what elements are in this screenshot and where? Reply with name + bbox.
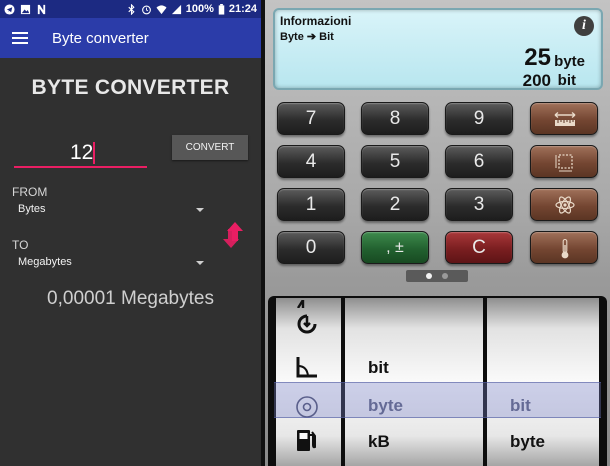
to-unit-value: Megabytes	[18, 256, 72, 268]
key-7[interactable]: 7	[277, 102, 345, 135]
telegram-icon	[4, 3, 15, 15]
convert-button[interactable]: CONVERT	[172, 135, 248, 160]
partial-icon	[296, 300, 305, 308]
key-6[interactable]: 6	[445, 145, 513, 178]
to-unit-select[interactable]: Megabytes	[18, 256, 204, 272]
area-icon	[555, 154, 573, 172]
angle-icon	[296, 357, 317, 378]
battery-level: 100%	[185, 3, 214, 15]
wheel-option[interactable]: byte	[510, 432, 545, 452]
image-icon	[20, 4, 31, 14]
display-output-value: 200	[522, 71, 551, 90]
from-unit-value: Bytes	[18, 203, 46, 215]
selection-highlight	[274, 382, 601, 418]
atom-category-button[interactable]	[530, 188, 598, 221]
notification-n-icon	[37, 4, 46, 14]
unit-converter-calculator: Informazioni Byte ➔ Bit i 25 byte 200 bi…	[265, 0, 610, 466]
bluetooth-icon	[128, 3, 135, 15]
dropdown-arrow-icon	[196, 261, 204, 265]
to-label: TO	[12, 238, 29, 252]
key-8[interactable]: 8	[361, 102, 429, 135]
signal-icon	[171, 4, 181, 14]
value-input[interactable]: 12	[14, 140, 147, 168]
byte-converter-app: 100% 21:24 Byte converter BYTE CONVERTER…	[0, 0, 261, 466]
swap-units-icon[interactable]	[221, 221, 245, 249]
unit-picker[interactable]: bit byte kB bit byte	[268, 296, 607, 466]
decimal-sign-key[interactable]: , ±	[361, 231, 429, 264]
key-4[interactable]: 4	[277, 145, 345, 178]
wrench-icon	[297, 314, 317, 334]
battery-icon	[218, 3, 225, 15]
menu-icon[interactable]	[12, 32, 28, 44]
display-title: Informazioni	[280, 14, 352, 28]
key-0[interactable]: 0	[277, 231, 345, 264]
info-icon[interactable]: i	[574, 16, 594, 36]
wheel-option[interactable]: bit	[368, 358, 389, 378]
page-indicator[interactable]	[406, 270, 468, 282]
alarm-icon	[141, 5, 151, 14]
app-title: Byte converter	[52, 29, 149, 47]
key-1[interactable]: 1	[277, 188, 345, 221]
display-output-unit: bit	[557, 72, 576, 89]
from-unit-select[interactable]: Bytes	[18, 203, 204, 219]
temperature-category-button[interactable]	[530, 231, 598, 264]
fuel-icon	[297, 430, 316, 451]
page-dot-2[interactable]	[442, 273, 448, 279]
app-bar: Byte converter	[0, 18, 261, 58]
clock-time: 21:24	[228, 3, 257, 15]
status-bar: 100% 21:24	[0, 0, 261, 18]
display-input-value: 25	[524, 44, 551, 71]
input-value: 12	[70, 141, 94, 164]
from-label: FROM	[12, 185, 48, 199]
wifi-icon	[156, 4, 167, 14]
key-3[interactable]: 3	[445, 188, 513, 221]
display-input-unit: byte	[554, 53, 585, 70]
wheel-option[interactable]: kB	[368, 432, 390, 452]
thermometer-icon	[561, 238, 569, 259]
conversion-result: 0,00001 Megabytes	[47, 288, 214, 309]
text-caret	[93, 142, 95, 164]
page-dot-1[interactable]	[426, 273, 432, 279]
display-conversion: Byte ➔ Bit	[280, 31, 334, 43]
dropdown-arrow-icon	[196, 208, 204, 212]
atom-icon	[555, 196, 575, 214]
key-5[interactable]: 5	[361, 145, 429, 178]
page-heading: BYTE CONVERTER	[31, 76, 230, 99]
calculator-display: Informazioni Byte ➔ Bit i 25 byte 200 bi…	[273, 8, 603, 90]
key-2[interactable]: 2	[361, 188, 429, 221]
key-9[interactable]: 9	[445, 102, 513, 135]
clear-key[interactable]: C	[445, 231, 513, 264]
length-category-button[interactable]	[530, 102, 598, 135]
area-category-button[interactable]	[530, 145, 598, 178]
ruler-icon	[554, 111, 576, 126]
screenshot-root: 100% 21:24 Byte converter BYTE CONVERTER…	[0, 0, 610, 466]
